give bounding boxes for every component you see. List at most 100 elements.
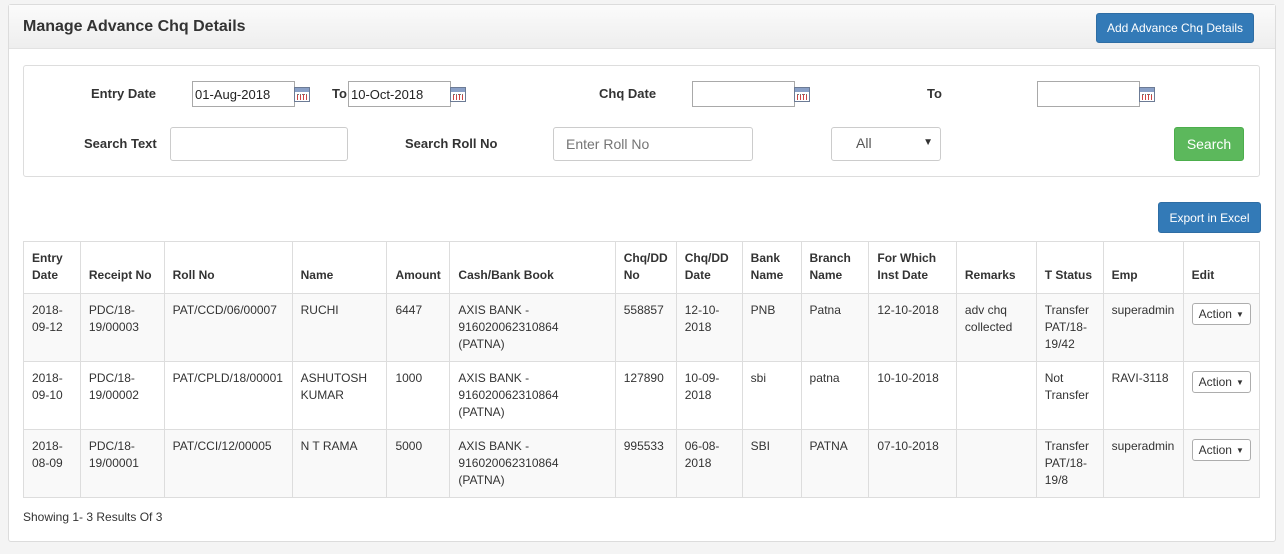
cell-chq-no: 127890 (614, 361, 677, 430)
table-row: 2018-09-12 PDC/18-19/00003 PAT/CCD/06/00… (23, 293, 1261, 362)
manage-panel: Manage Advance Chq Details Add Advance C… (8, 4, 1276, 542)
cell-roll-no: PAT/CCD/06/00007 (163, 293, 293, 362)
cell-remarks (955, 361, 1037, 430)
col-chq-no[interactable]: Chq/DD No (614, 241, 677, 294)
cell-emp: superadmin (1102, 293, 1184, 362)
cell-remarks (955, 429, 1037, 498)
roll-no-input[interactable] (553, 127, 753, 161)
col-inst-date[interactable]: For Which Inst Date (868, 241, 957, 294)
caret-down-icon: ▼ (1235, 377, 1244, 387)
col-edit: Edit (1182, 241, 1261, 294)
cell-t-status: Not Transfer (1035, 361, 1104, 430)
cell-edit: Action ▼ (1182, 293, 1261, 362)
caret-down-icon: ▼ (1235, 445, 1244, 455)
cell-emp: RAVI-3118 (1102, 361, 1184, 430)
add-advance-chq-button[interactable]: Add Advance Chq Details (1096, 13, 1254, 43)
table-header-row: Entry Date Receipt No Roll No Name Amoun… (23, 241, 1261, 294)
cell-edit: Action ▼ (1182, 429, 1261, 498)
cell-chq-no: 995533 (614, 429, 677, 498)
col-name[interactable]: Name (291, 241, 388, 294)
table-row: 2018-08-09 PDC/18-19/00001 PAT/CCI/12/00… (23, 429, 1261, 498)
col-cash-bank[interactable]: Cash/Bank Book (449, 241, 616, 294)
cell-entry-date: 2018-09-10 (23, 361, 81, 430)
action-dropdown-button[interactable]: Action ▼ (1191, 303, 1251, 325)
chq-date-to-input[interactable] (1037, 81, 1140, 107)
cell-name: ASHUTOSH KUMAR (291, 361, 388, 430)
entry-date-to-input[interactable] (348, 81, 451, 107)
cell-amount: 5000 (386, 429, 451, 498)
calendar-icon[interactable] (294, 87, 310, 102)
action-label: Action (1198, 442, 1232, 457)
cell-inst-date: 10-10-2018 (868, 361, 957, 430)
cell-inst-date: 07-10-2018 (868, 429, 957, 498)
col-amount[interactable]: Amount (386, 241, 451, 294)
cell-chq-no: 558857 (614, 293, 677, 362)
page-title: Manage Advance Chq Details (23, 18, 246, 35)
cell-roll-no: PAT/CCI/12/00005 (163, 429, 293, 498)
calendar-icon[interactable] (450, 87, 466, 102)
cell-amount: 6447 (386, 293, 451, 362)
col-emp[interactable]: Emp (1102, 241, 1184, 294)
search-text-input[interactable] (170, 127, 348, 161)
calendar-icon[interactable] (1139, 87, 1155, 102)
chq-table: Entry Date Receipt No Roll No Name Amoun… (23, 241, 1261, 498)
cell-chq-date: 10-09-2018 (675, 361, 743, 430)
col-receipt-no[interactable]: Receipt No (79, 241, 165, 294)
chq-to-label: To (927, 86, 942, 101)
caret-down-icon: ▼ (1235, 309, 1244, 319)
search-button[interactable]: Search (1174, 127, 1244, 161)
cell-amount: 1000 (386, 361, 451, 430)
col-remarks[interactable]: Remarks (955, 241, 1037, 294)
filter-box: Entry Date To Chq Date To Search Text Se… (23, 65, 1260, 177)
col-branch[interactable]: Branch Name (800, 241, 870, 294)
cell-bank: PNB (741, 293, 802, 362)
search-roll-label: Search Roll No (405, 136, 498, 151)
cell-inst-date: 12-10-2018 (868, 293, 957, 362)
calendar-icon[interactable] (794, 87, 810, 102)
table-row: 2018-09-10 PDC/18-19/00002 PAT/CPLD/18/0… (23, 361, 1261, 430)
cell-name: RUCHI (291, 293, 388, 362)
caret-down-icon: ▼ (923, 137, 933, 148)
cell-bank: SBI (741, 429, 802, 498)
cell-cash-bank: AXIS BANK - 916020062310864 (PATNA) (449, 293, 616, 362)
panel-header: Manage Advance Chq Details Add Advance C… (9, 5, 1275, 49)
action-dropdown-button[interactable]: Action ▼ (1191, 439, 1251, 461)
cell-branch: Patna (800, 293, 870, 362)
cell-cash-bank: AXIS BANK - 916020062310864 (PATNA) (449, 429, 616, 498)
cell-emp: superadmin (1102, 429, 1184, 498)
status-select-value: All (856, 135, 872, 151)
col-t-status[interactable]: T Status (1035, 241, 1104, 294)
cell-chq-date: 06-08-2018 (675, 429, 743, 498)
status-select[interactable]: All ▼ (831, 127, 941, 161)
cell-branch: PATNA (800, 429, 870, 498)
action-label: Action (1198, 374, 1232, 389)
col-roll-no[interactable]: Roll No (163, 241, 293, 294)
cell-t-status: Transfer PAT/18-19/8 (1035, 429, 1104, 498)
cell-receipt-no: PDC/18-19/00002 (79, 361, 165, 430)
cell-entry-date: 2018-09-12 (23, 293, 81, 362)
search-text-label: Search Text (84, 136, 157, 151)
action-dropdown-button[interactable]: Action ▼ (1191, 371, 1251, 393)
cell-receipt-no: PDC/18-19/00003 (79, 293, 165, 362)
cell-t-status: Transfer PAT/18-19/42 (1035, 293, 1104, 362)
results-summary: Showing 1- 3 Results Of 3 (23, 510, 163, 524)
entry-date-label: Entry Date (91, 86, 157, 101)
export-excel-button[interactable]: Export in Excel (1158, 202, 1261, 233)
cell-cash-bank: AXIS BANK - 916020062310864 (PATNA) (449, 361, 616, 430)
col-entry-date[interactable]: Entry Date (23, 241, 81, 294)
cell-receipt-no: PDC/18-19/00001 (79, 429, 165, 498)
cell-name: N T RAMA (291, 429, 388, 498)
entry-to-label: To (332, 86, 347, 101)
cell-bank: sbi (741, 361, 802, 430)
col-chq-date[interactable]: Chq/DD Date (675, 241, 743, 294)
col-bank[interactable]: Bank Name (741, 241, 802, 294)
chq-date-from-input[interactable] (692, 81, 795, 107)
cell-remarks: adv chq collected (955, 293, 1037, 362)
cell-roll-no: PAT/CPLD/18/00001 (163, 361, 293, 430)
action-label: Action (1198, 306, 1232, 321)
chq-date-label: Chq Date (599, 86, 657, 101)
entry-date-from-input[interactable] (192, 81, 295, 107)
cell-edit: Action ▼ (1182, 361, 1261, 430)
cell-entry-date: 2018-08-09 (23, 429, 81, 498)
cell-chq-date: 12-10-2018 (675, 293, 743, 362)
